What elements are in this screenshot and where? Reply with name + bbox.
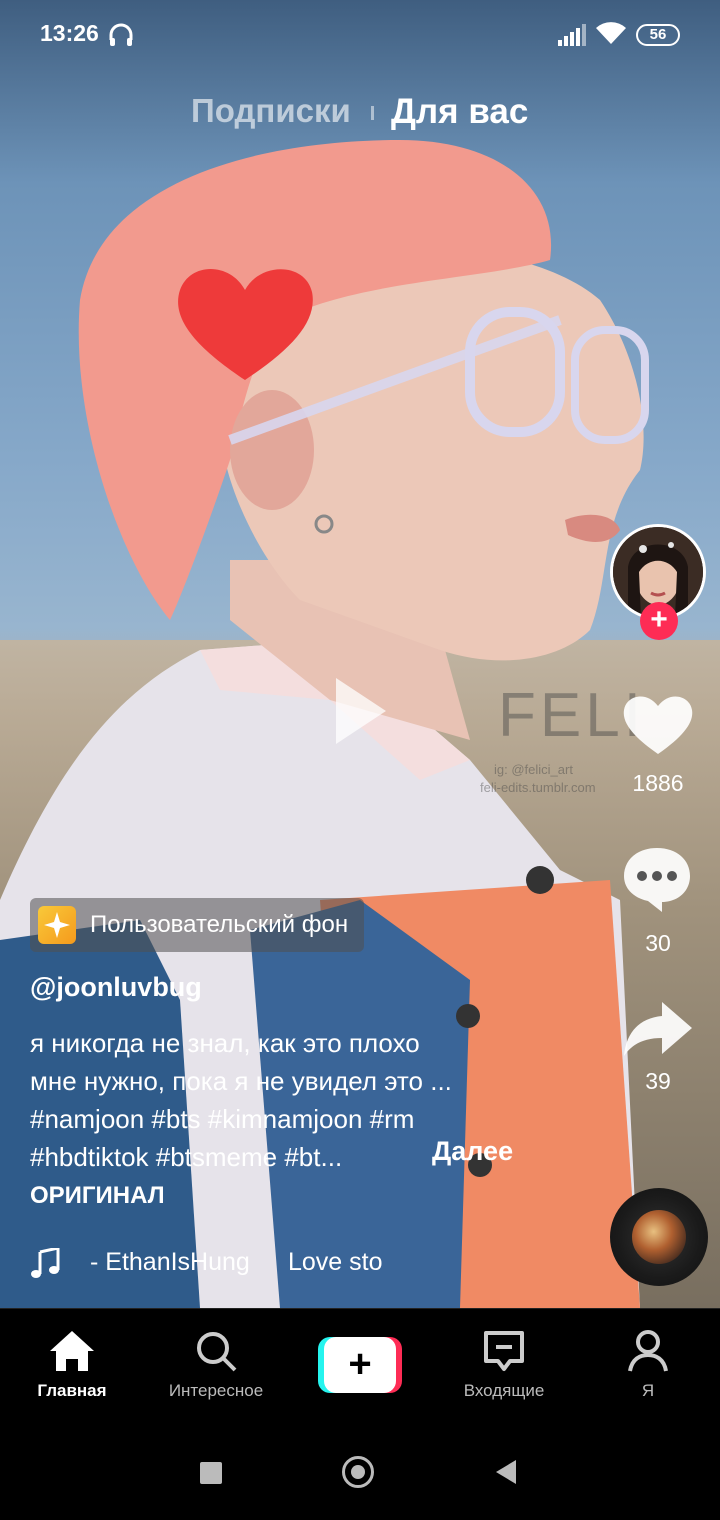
- music-disc[interactable]: [610, 1188, 708, 1286]
- wifi-icon: [596, 22, 626, 44]
- status-bar: 13:26 56: [0, 0, 720, 70]
- nav-inbox-label: Входящие: [463, 1381, 545, 1400]
- like-heart-icon[interactable]: [622, 692, 694, 756]
- home-system-dot: [351, 1465, 365, 1479]
- nav-home-label: Главная: [37, 1381, 107, 1400]
- screen: 13:26 56 Подписки Для вас FELI ig: @feli…: [0, 0, 720, 1520]
- nav-inbox[interactable]: Входящие: [434, 1309, 574, 1419]
- comment-count: 30: [645, 930, 671, 956]
- bottom-navigation: Главная Интересное + Входящие Я: [0, 1308, 720, 1419]
- feed-tabs: Подписки Для вас: [0, 92, 720, 136]
- tab-divider: [371, 106, 374, 120]
- create-video-button[interactable]: +: [318, 1337, 402, 1393]
- tab-for-you[interactable]: Для вас: [391, 92, 528, 132]
- share-arrow-icon[interactable]: [622, 1000, 694, 1058]
- music-title[interactable]: Love sto: [288, 1248, 383, 1277]
- nav-discover-label: Интересное: [168, 1381, 264, 1400]
- back-triangle-icon[interactable]: [494, 1458, 518, 1486]
- plus-icon: +: [324, 1337, 396, 1393]
- nav-discover[interactable]: Интересное: [146, 1309, 286, 1419]
- status-time: 13:26: [40, 20, 99, 46]
- nav-profile-label: Я: [641, 1381, 655, 1400]
- follow-plus-button[interactable]: +: [640, 602, 678, 640]
- music-note-icon: [31, 1248, 60, 1278]
- share-count: 39: [645, 1068, 671, 1094]
- music-author[interactable]: - EthanIsHung: [90, 1248, 250, 1277]
- signal-icon: [558, 24, 586, 46]
- caption-hashtags[interactable]: #namjoon #bts #kimnamjoon #rm: [30, 1100, 530, 1138]
- tab-following[interactable]: Подписки: [191, 92, 351, 130]
- nav-profile[interactable]: Я: [578, 1309, 718, 1419]
- creator-username[interactable]: @joonluvbug: [30, 972, 202, 1003]
- play-icon[interactable]: [334, 676, 388, 746]
- recents-button[interactable]: [200, 1462, 222, 1484]
- comment-icon[interactable]: [622, 846, 692, 914]
- effect-chip[interactable]: Пользовательский фон: [30, 898, 365, 952]
- original-sound-label[interactable]: ОРИГИНАЛ: [30, 1182, 165, 1210]
- music-disc-cover: [632, 1210, 686, 1264]
- caption-line: мне нужно, пока я не увидел это ...: [30, 1066, 452, 1096]
- sparkle-effect-icon: [38, 906, 76, 944]
- caption-line: я никогда не знал, как это плохо: [30, 1028, 420, 1058]
- system-navigation-bar: [0, 1418, 720, 1520]
- effect-label: Пользовательский фон: [90, 911, 349, 938]
- battery-indicator: 56: [636, 24, 680, 46]
- nav-home[interactable]: Главная: [2, 1309, 142, 1419]
- profile-icon: [628, 1330, 668, 1372]
- home-icon: [50, 1331, 94, 1371]
- watermark-line1: ig: @felici_art: [494, 762, 573, 777]
- caption-more-button[interactable]: Далее: [432, 1136, 513, 1167]
- home-system-button[interactable]: [342, 1456, 374, 1488]
- headphones-icon: [109, 23, 133, 46]
- watermark-line2: feli-edits.tumblr.com: [480, 780, 596, 795]
- like-count: 1886: [632, 770, 684, 796]
- inbox-icon: [484, 1331, 524, 1371]
- search-icon: [197, 1332, 237, 1372]
